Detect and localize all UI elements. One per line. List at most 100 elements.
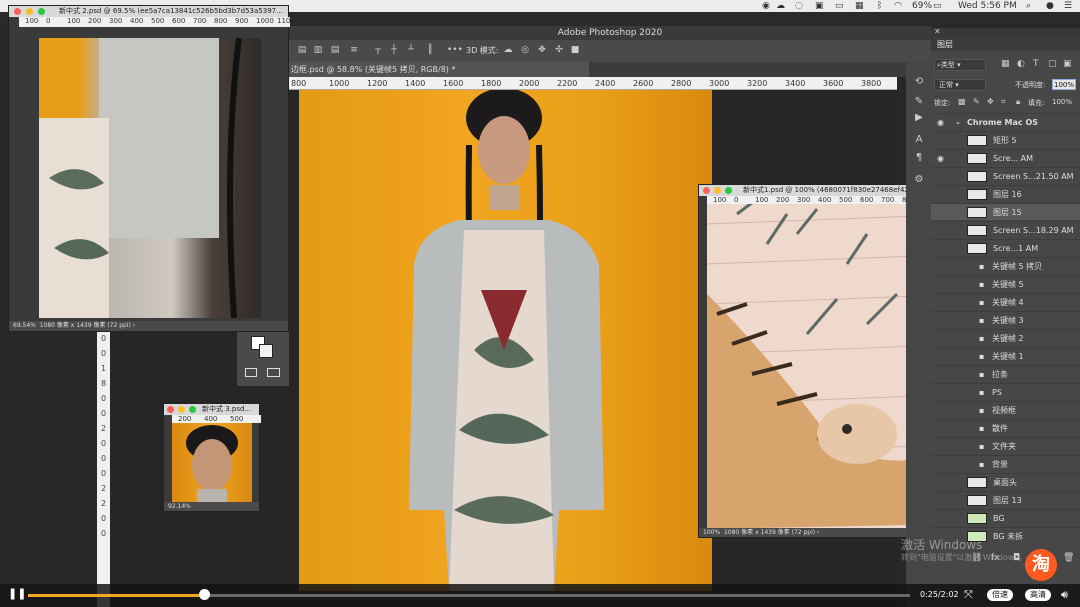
speed-button[interactable]: 倍速 (987, 589, 1013, 601)
distribute-h-button[interactable]: ║ (425, 45, 435, 56)
layer-row[interactable]: ▪ PS (931, 383, 1080, 400)
visibility-eye-icon[interactable]: ◉ (937, 150, 944, 167)
filter-adjust-icon[interactable]: ◐ (1017, 59, 1025, 69)
display-icon[interactable]: ▭ (835, 1, 844, 11)
document-tab[interactable]: 边框.psd @ 58.8% (关键帧5 拷贝, RGB/8) * (289, 62, 589, 77)
layer-row[interactable]: ▪ 关键帧 2 (931, 329, 1080, 346)
brush-settings-icon[interactable]: ✎ (913, 96, 925, 108)
close-button[interactable] (703, 187, 710, 194)
bluetooth-icon[interactable]: ᛒ (877, 1, 882, 11)
align-center-button[interactable]: ▥ (313, 45, 323, 56)
layer-row[interactable]: Screen S...21.50 AM (931, 167, 1080, 184)
opacity-input[interactable]: 100% (1052, 79, 1076, 90)
lock-transparent-icon[interactable]: ▩ (958, 97, 966, 106)
battery-icon[interactable]: ▭ (933, 1, 942, 11)
glyph-icon[interactable]: ⚙ (913, 174, 925, 186)
visibility-eye-icon[interactable]: ◉ (937, 114, 944, 131)
align-middle-button[interactable]: ┼ (389, 45, 399, 56)
roll-3d-icon[interactable]: ◎ (520, 45, 530, 56)
window-3-image[interactable] (172, 423, 252, 503)
layer-row[interactable]: ▪ 关键帧 4 (931, 293, 1080, 310)
wechat-icon[interactable]: ☁ (776, 1, 785, 11)
layer-row[interactable]: BG (931, 509, 1080, 526)
layer-row[interactable]: 矩形 5 (931, 131, 1080, 148)
layer-row[interactable]: ◉ Scre... AM (931, 149, 1080, 166)
layer-row[interactable]: ▪ 关键帧 1 (931, 347, 1080, 364)
wifi-icon[interactable]: ◠ (894, 1, 902, 11)
progress-knob[interactable] (199, 589, 210, 600)
character-icon[interactable]: A (913, 134, 925, 146)
align-bottom-button[interactable]: ┴ (406, 45, 416, 56)
layer-group-row[interactable]: ◉ ⌄ Chrome Mac OS (931, 113, 1080, 130)
menu-list-icon[interactable]: ☰ (1064, 1, 1072, 11)
zoom-button[interactable] (725, 187, 732, 194)
fill-value[interactable]: 100% (1052, 98, 1072, 106)
layer-row[interactable]: ▪ 背景 (931, 455, 1080, 472)
layer-row[interactable]: Scre...1 AM (931, 239, 1080, 256)
quick-mask-icon[interactable] (245, 368, 257, 377)
minimize-button[interactable] (26, 8, 33, 15)
filter-smart-icon[interactable]: ▣ (1063, 59, 1072, 69)
chat-icon[interactable]: ◌ (795, 1, 803, 11)
align-right-button[interactable]: ▤ (330, 45, 340, 56)
fullscreen-icon[interactable]: ⤧ (964, 588, 973, 602)
lock-move-icon[interactable]: ✥ (987, 97, 994, 106)
group-toggle-icon[interactable]: ⌄ (955, 114, 961, 131)
window-2-zoom[interactable]: 69.54% (13, 322, 36, 329)
tab-layers[interactable]: 图层 (937, 39, 953, 50)
pan-3d-icon[interactable]: ✥ (537, 45, 547, 56)
document-window-3[interactable]: 新中式 3.psd... 200 400 500 92.14% (163, 403, 261, 512)
layer-row[interactable]: ▪ 视频框 (931, 401, 1080, 418)
layer-row[interactable]: ▪ 拉条 (931, 365, 1080, 382)
more-button[interactable]: ••• (447, 45, 463, 56)
canvas-photo[interactable] (299, 90, 712, 591)
minimize-button[interactable] (178, 406, 185, 413)
screen-mode-icon[interactable] (267, 368, 280, 377)
quality-button[interactable]: 高清 (1025, 589, 1051, 601)
layer-row[interactable]: 桌面头 (931, 473, 1080, 490)
align-left-button[interactable]: ▤ (297, 45, 307, 56)
layer-row[interactable]: ▪ 关键帧 5 拷贝 (931, 257, 1080, 274)
layer-row[interactable]: 图层 13 (931, 491, 1080, 508)
user-icon[interactable]: ● (1046, 1, 1054, 11)
search-icon[interactable]: ⌕ (1026, 1, 1031, 11)
layer-row[interactable]: Screen S...18.29 AM (931, 221, 1080, 238)
panel-close-icon[interactable]: ✕ (934, 27, 941, 36)
distribute-button[interactable]: ≡ (349, 45, 359, 56)
lock-all-icon[interactable]: 🔒︎ (1016, 97, 1020, 107)
layer-filter-dropdown[interactable]: ⌕类型 ▾ (934, 59, 986, 71)
zoom-button[interactable] (189, 406, 196, 413)
close-button[interactable] (167, 406, 174, 413)
document-window-2[interactable]: 新中式 2.psd @ 69.5% (ee5a7ca13841c526b5bd3… (8, 5, 290, 332)
minimize-button[interactable] (714, 187, 721, 194)
lock-paint-icon[interactable]: ✎ (973, 97, 980, 106)
close-button[interactable] (14, 8, 21, 15)
layer-row[interactable]: 图层 16 (931, 185, 1080, 202)
layer-row[interactable]: ▪ 文件夹 (931, 437, 1080, 454)
window-3-zoom[interactable]: 92.14% (164, 502, 259, 511)
delete-layer-icon[interactable]: 🗑︎ (1063, 553, 1074, 563)
bluetooth-menu-icon[interactable]: ◉ (762, 1, 770, 11)
history-icon[interactable]: ⟲ (913, 76, 925, 88)
layer-row[interactable]: ▪ 关键帧 5 (931, 275, 1080, 292)
pause-button[interactable]: ❚❚ (8, 588, 26, 600)
zoom-button[interactable] (38, 8, 45, 15)
paragraph-icon[interactable]: ¶ (913, 152, 925, 164)
window-2-image[interactable] (39, 37, 261, 319)
layer-row[interactable]: ▪ 关键帧 3 (931, 311, 1080, 328)
layer-row[interactable]: 图层 15 (931, 203, 1080, 220)
filter-shape-icon[interactable]: ▢ (1048, 59, 1057, 69)
volume-icon[interactable]: 🔊︎ (1061, 588, 1068, 602)
align-top-button[interactable]: ┬ (373, 45, 383, 56)
clock[interactable]: Wed 5:56 PM (958, 1, 1017, 11)
filter-type-icon[interactable]: T (1033, 59, 1039, 69)
camera-3d-icon[interactable]: ■ (570, 45, 580, 56)
actions-play-icon[interactable]: ▶ (913, 112, 925, 124)
blend-mode-dropdown[interactable]: 正常 ▾ (934, 79, 986, 91)
grid-icon[interactable]: ▦ (855, 1, 864, 11)
orbit-3d-icon[interactable]: ☁ (503, 45, 513, 56)
screen-icon[interactable]: ▣ (815, 1, 824, 11)
layer-row[interactable]: ▪ 散件 (931, 419, 1080, 436)
filter-pixel-icon[interactable]: ▦ (1001, 59, 1010, 69)
window-1-zoom[interactable]: 100% (703, 529, 720, 536)
